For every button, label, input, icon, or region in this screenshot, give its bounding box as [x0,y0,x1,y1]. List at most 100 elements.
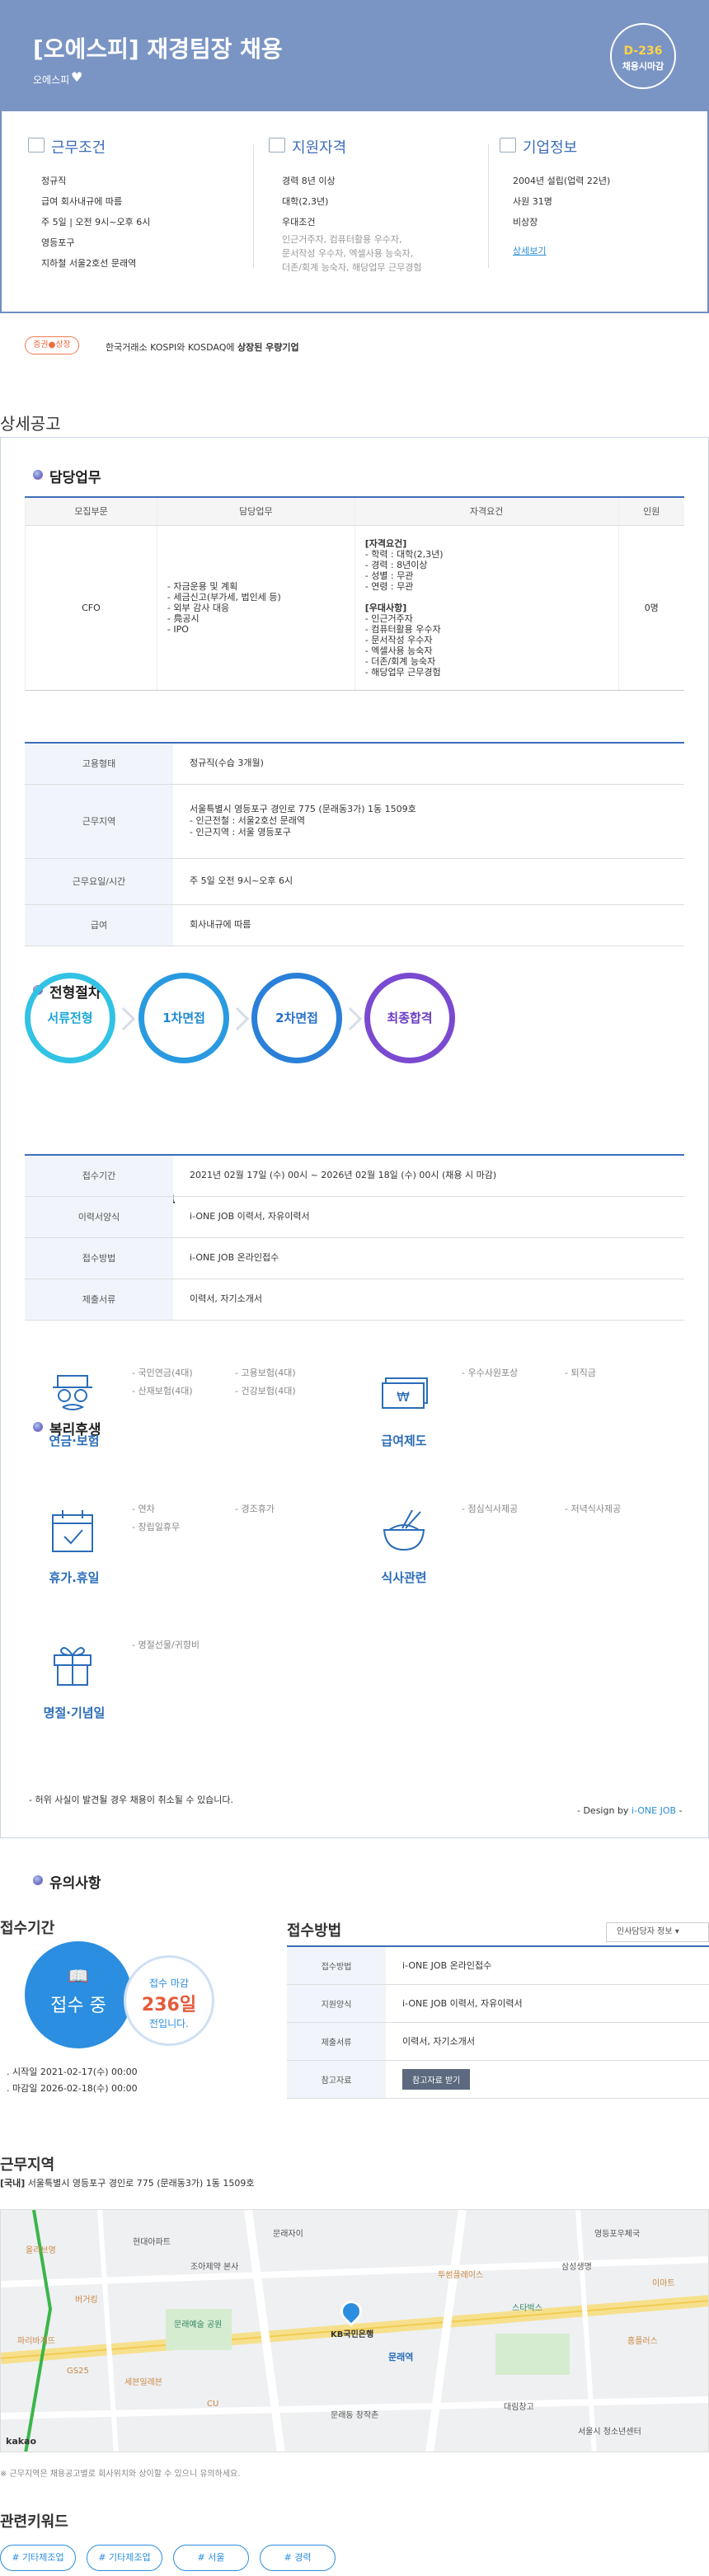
pref-item: - 컴퓨터활용 우수자 [364,623,441,635]
qual-item: 대학(2,3년) [282,196,329,207]
summary-box: 근무조건 정규직 급여 회사내규에 따름 주 5일 | 오전 9시~오후 6시 … [0,111,709,313]
map-label: 조아제약 본사 [190,2263,239,2272]
row-key: 근무지역 [25,784,173,859]
map-label: 대림창고 [504,2403,534,2412]
gift-icon [54,1647,92,1686]
welfare-pension: 연금·보험 [49,1433,100,1448]
row-key: 접수기간 [25,1155,173,1197]
task-item: - 鳧공시 [167,612,200,624]
corp-item: 2004년 설립(업력 22년) [513,176,611,186]
map[interactable]: KB국민은행 올리브영 영등포우체국 조아제약 본사 문래예술 공원 문래역 버… [0,2209,709,2452]
welfare-item: - 명절선물/귀향비 [132,1640,200,1650]
env-table: 고용형태 정규직(수습 3개월) 근무지역 서울특별시 영등포구 경인로 775 (… [25,742,684,946]
duties-table: 모집부문 담당업무 자격요건 인원 CFO - 자금운용 및 계획 - 세금신고… [25,496,684,691]
map-note: ※ 근무지역은 채용공고별로 회사위치와 상이할 수 있으니 유의하세요. [0,2470,241,2479]
addr-text: 서울특별시 영등포구 경인로 775 (문래동3가) 1동 1509호 [25,2178,255,2189]
corp-more-link[interactable]: 상세보기 [496,244,694,257]
work-title: 근무조건 [51,139,106,157]
col-header: 모집부문 [25,497,157,526]
keyword-chip[interactable]: # 기타제조업 [0,2545,76,2571]
col-header: 인원 [617,497,684,526]
req-cell: [자격요건] - 학력 : 대학(2,3년) - 경력 : 8년이상 - 성별 … [354,525,619,691]
welfare-item: - 연차 [132,1504,155,1514]
reference-download-button[interactable]: 참고자료 받기 [402,2068,471,2090]
dday-badge: D-236 채용시마감 [610,23,676,89]
row-key: 제출서류 [287,2022,386,2061]
glasses-mustache-icon [53,1375,92,1410]
task-item: - 세금신고(부가세, 법인세 등) [167,591,281,603]
map-label: 현대아파트 [133,2238,171,2247]
location-address: [국내] 서울특별시 영등포구 경인로 775 (문래동3가) 1동 1509호 [0,2176,255,2189]
keywords-heading: 관련키워드 [0,2513,68,2531]
map-label: 문래역 [388,2352,414,2363]
row-key: 접수방법 [25,1237,173,1279]
calendar-icon [52,1510,93,1552]
pref-item: - 더존/회계 능숙자 [364,655,436,667]
addr-line: - 인근지역 : 서울 영등포구 [190,827,291,838]
status-circle: 📖 접수 중 [25,1941,132,2048]
qual-title: 지원자격 [292,139,347,157]
work-conditions: 근무조건 정규직 급여 회사내규에 따름 주 5일 | 오전 9시~오후 6시 … [25,136,239,274]
welfare-item: - 고용보험(4대) [235,1368,296,1378]
row-value: 참고자료 받기 [386,2060,709,2099]
pref-item: 문서작성 우수자, 엑셀사용 능숙자, [282,248,414,259]
map-pin-label: KB국민은행 [331,2330,374,2339]
col-header: 자격요건 [354,497,619,526]
row-value: i-ONE JOB 온라인접수 [173,1237,684,1279]
dept-cell: CFO [25,525,157,691]
map-label: 파리바게뜨 [17,2337,55,2346]
welfare-item: - 건강보험(4대) [235,1386,296,1396]
step-3: 2차면접 [251,973,342,1063]
design-credit: - Design by i-ONE JOB - [577,1805,683,1816]
row-key: 고용형태 [25,743,173,785]
document-icon [28,138,45,152]
pref-title: [우대사항] [364,602,407,613]
remain-circle: 접수 마감 236일 전입니다. [124,1955,214,2046]
duties-heading: 담당업무 [25,466,709,486]
work-item: 정규직 [41,176,67,186]
keyword-chip[interactable]: # 기타제조업 [87,2545,162,2571]
map-label: 서울시 청소년센터 [578,2428,641,2437]
hr-info-label: 인사담당자 정보 [617,1927,673,1936]
map-label: CU [207,2400,219,2409]
dday-label: 채용시마감 [622,61,664,72]
welfare-item: - 창립일휴무 [132,1522,181,1532]
step-1: 서류전형 [25,973,115,1063]
caution-heading: 유의사항 [25,1871,709,1892]
book-icon: 📖 [68,1966,89,1986]
rice-bowl-icon [383,1509,425,1551]
dday-count: D-236 [623,45,663,58]
tasks-cell: - 자금운용 및 계획 - 세금신고(부가세, 법인세 등) - 외부 감사 대… [156,525,355,691]
heart-icon[interactable]: ♥ [71,69,82,85]
keyword-chip[interactable]: # 서울 [173,2545,249,2571]
task-item: - IPO [167,623,189,635]
map-label: 스타벅스 [512,2304,542,2313]
row-key: 접수방법 [287,1946,386,1985]
row-value: 2021년 02월 17일 (수) 00시 ~ 2026년 02월 18일 (수… [173,1155,684,1197]
remain-label: 접수 마감 [149,1978,189,1989]
pref-item: - 해당업무 근무경험 [364,666,441,678]
remain-end: 전입니다. [149,2018,189,2029]
row-key: 급여 [25,904,173,946]
welfare-salary: 급여제도 [381,1433,427,1448]
company-name[interactable]: 오에스피 [33,73,69,87]
req-item: - 학력 : 대학(2,3년) [364,548,444,560]
apply-table: 접수기간 2021년 02월 17일 (수) 00시 ~ 2026년 02월 18… [25,1154,684,1321]
kakao-logo: kakao [6,2436,37,2447]
map-label: 투썸플레이스 [438,2271,484,2280]
method-heading: 접수방법 [287,1922,342,1940]
design-end: - [676,1805,683,1816]
design-brand: i-ONE JOB [631,1805,677,1816]
building-icon [500,138,516,152]
work-item: 영등포구 [41,237,75,248]
welfare-item: - 우수사원포상 [462,1368,519,1378]
qualifications: 지원자격 경력 8년 이상 대학(2,3년) 우대조건 인근거주자, 컴퓨터활용… [265,136,480,274]
hr-info-button[interactable]: 인사담당자 정보 ▾ [606,1922,709,1942]
welfare-vacation: 휴가.휴일 [49,1570,100,1585]
welfare-item: - 국민연금(4대) [132,1368,193,1378]
row-value: 회사내규에 따름 [173,904,684,946]
step-4: 최종합격 [364,973,455,1063]
keyword-chip[interactable]: # 경력 [260,2545,336,2571]
step-2: 1차면접 [139,973,229,1063]
map-label: 세븐일레븐 [124,2378,162,2387]
